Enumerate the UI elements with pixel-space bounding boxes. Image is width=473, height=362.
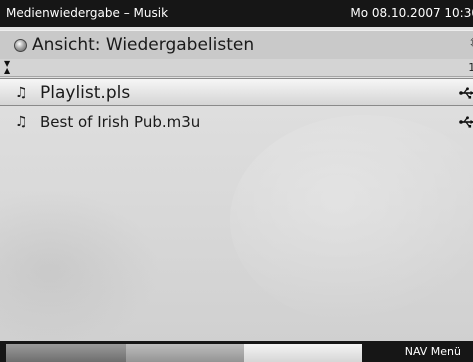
usb-icon — [459, 116, 473, 128]
sort-icon: ⇳ — [468, 36, 473, 51]
list-item-name: Playlist.pls — [40, 83, 131, 103]
red-key-button[interactable] — [6, 344, 126, 362]
disc-icon — [14, 39, 27, 52]
music-note-icon: ♫ — [15, 85, 28, 101]
date-time: Mo 08.10.2007 10:30 — [350, 6, 473, 20]
list-item-best-of-irish-pub[interactable]: ♫ Best of Irish Pub.m3u — [0, 108, 473, 136]
green-key-button[interactable] — [126, 344, 244, 362]
page-indicator-row: ▼▲ 1/ — [0, 59, 473, 77]
music-note-icon: ♫ — [15, 114, 28, 130]
view-selector[interactable]: Ansicht: Wiedergabelisten ⇳ — [0, 30, 473, 60]
title-bar: Medienwiedergabe – Musik Mo 08.10.2007 1… — [0, 0, 473, 27]
list-item-playlist-pls[interactable]: ♫ Playlist.pls — [0, 78, 473, 106]
nav-menu-button[interactable]: NAV Menü — [405, 341, 461, 362]
list-item-name: Best of Irish Pub.m3u — [40, 113, 201, 131]
background-decoration — [0, 190, 160, 350]
page-up-down-icon[interactable]: ▼ ▲ — [4, 60, 10, 75]
yellow-key-button[interactable] — [244, 344, 362, 362]
bottom-bar: NAV Menü — [0, 341, 473, 362]
media-player-screen: Medienwiedergabe – Musik Mo 08.10.2007 1… — [0, 0, 473, 362]
view-label: Ansicht: Wiedergabelisten — [32, 35, 255, 55]
usb-icon — [459, 87, 473, 99]
page-number: 1/ — [468, 61, 473, 74]
background-decoration — [230, 115, 473, 325]
screen-title: Medienwiedergabe – Musik — [6, 6, 169, 20]
